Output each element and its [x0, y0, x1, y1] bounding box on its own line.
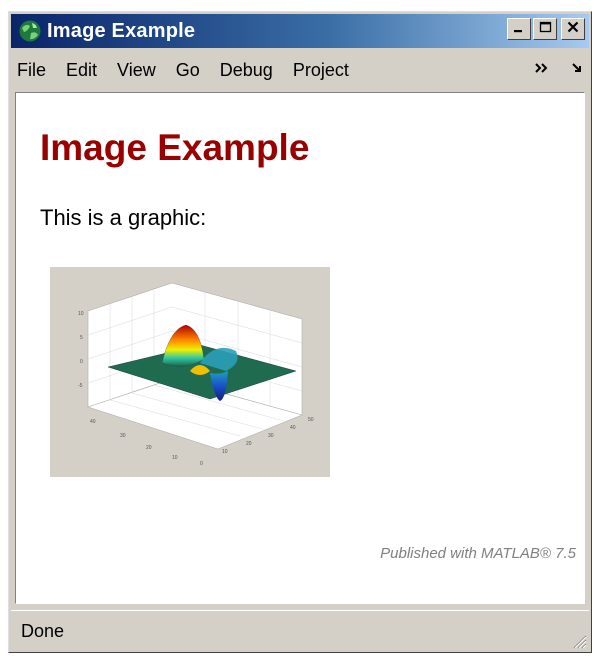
menu-debug[interactable]: Debug	[210, 55, 283, 85]
menu-edit[interactable]: Edit	[56, 55, 107, 85]
page-content: Image Example This is a graphic: 10 5 0 …	[15, 92, 585, 604]
svg-text:30: 30	[120, 433, 126, 439]
svg-text:30: 30	[268, 433, 274, 439]
intro-paragraph: This is a graphic:	[40, 205, 207, 230]
maximize-button[interactable]	[533, 18, 557, 40]
menu-project[interactable]: Project	[283, 55, 359, 85]
svg-text:40: 40	[90, 419, 96, 425]
menu-view[interactable]: View	[107, 55, 166, 85]
toolbar-controls	[535, 58, 583, 79]
chevron-double-right-icon[interactable]	[535, 58, 549, 79]
minimize-button[interactable]	[507, 18, 531, 40]
svg-text:40: 40	[290, 425, 296, 431]
page-heading: Image Example	[40, 127, 310, 168]
close-icon	[567, 20, 579, 38]
resize-grip-icon[interactable]	[569, 631, 587, 649]
svg-text:-5: -5	[78, 383, 83, 389]
menu-bar: File Edit View Go Debug Project	[11, 52, 589, 88]
matlab-web-browser-icon	[17, 18, 43, 44]
menu-go[interactable]: Go	[166, 55, 210, 85]
close-button[interactable]	[561, 18, 585, 40]
window-title: Image Example	[47, 19, 196, 42]
window-controls	[505, 18, 585, 40]
svg-text:0: 0	[200, 461, 203, 467]
svg-text:10: 10	[172, 455, 178, 461]
svg-text:5: 5	[80, 335, 83, 341]
svg-text:10: 10	[222, 449, 228, 455]
svg-text:50: 50	[308, 417, 314, 423]
maximize-icon	[539, 20, 552, 38]
published-footer: Published with MATLAB® 7.5	[380, 545, 576, 562]
svg-text:20: 20	[146, 445, 152, 451]
svg-text:20: 20	[246, 441, 252, 447]
minimize-icon	[513, 20, 525, 38]
surface-plot-image: 10 5 0 -5 40 30 20 10 0 10 20 30 40 50	[50, 267, 330, 477]
undock-arrow-icon[interactable]	[571, 58, 583, 79]
browser-window: Image Example File Edit View Go Debug Pr…	[8, 11, 592, 653]
status-text: Done	[21, 620, 65, 641]
title-bar[interactable]: Image Example	[11, 14, 589, 48]
svg-text:10: 10	[78, 311, 84, 317]
menu-file[interactable]: File	[11, 55, 56, 85]
svg-text:0: 0	[80, 359, 83, 365]
surface-plot-graphic: 10 5 0 -5 40 30 20 10 0 10 20 30 40 50	[78, 282, 314, 467]
status-bar: Done	[11, 610, 589, 651]
